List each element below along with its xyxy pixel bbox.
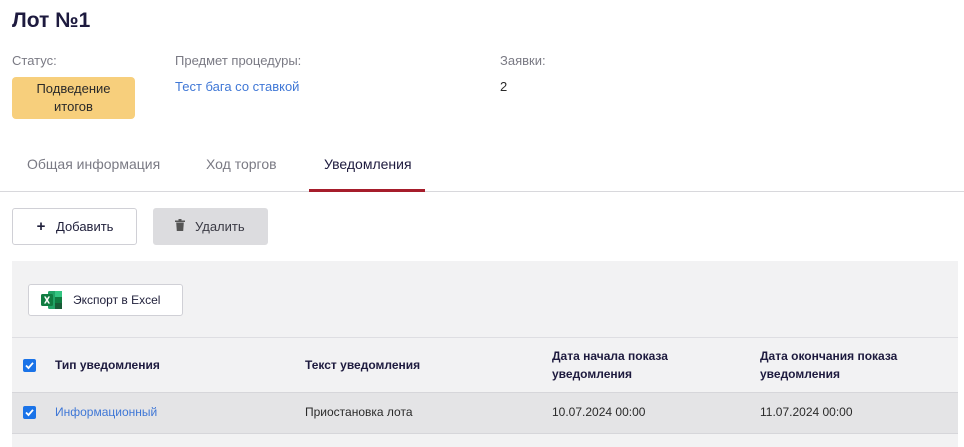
tab-auction-progress[interactable]: Ход торгов: [206, 156, 277, 172]
column-header-end-date[interactable]: Дата окончания показа уведомления: [760, 347, 897, 383]
table-header: Тип уведомления Текст уведомления Дата н…: [12, 337, 958, 392]
row-checkbox[interactable]: [23, 406, 36, 419]
tab-notifications[interactable]: Уведомления: [324, 156, 412, 172]
subject-link[interactable]: Тест бага со ставкой: [175, 79, 299, 94]
cell-notification-text: Приостановка лота: [305, 405, 413, 419]
cell-end-date: 11.07.2024 00:00: [760, 405, 853, 419]
tab-bar: Общая информация Ход торгов Уведомления: [0, 146, 964, 192]
delete-button[interactable]: Удалить: [153, 208, 268, 245]
select-all-checkbox[interactable]: [23, 359, 36, 372]
add-button-label: Добавить: [56, 219, 114, 234]
column-header-start-date[interactable]: Дата начала показа уведомления: [552, 347, 668, 383]
page-title: Лот №1: [12, 9, 91, 32]
trash-icon: [174, 219, 186, 234]
excel-icon: [41, 291, 62, 309]
column-header-type[interactable]: Тип уведомления: [55, 356, 160, 374]
cell-start-date: 10.07.2024 00:00: [552, 405, 646, 419]
status-badge-line2: итогов: [54, 99, 93, 114]
tab-general-info[interactable]: Общая информация: [27, 156, 160, 172]
export-excel-button[interactable]: Экспорт в Excel: [28, 284, 183, 316]
export-excel-label: Экспорт в Excel: [73, 293, 161, 307]
status-label: Статус:: [12, 53, 57, 68]
table-row[interactable]: Информационный Приостановка лота 10.07.2…: [12, 392, 958, 434]
bids-label: Заявки:: [500, 53, 546, 68]
active-tab-indicator: [309, 189, 425, 192]
status-badge: Подведение итогов: [12, 77, 135, 119]
cell-notification-type[interactable]: Информационный: [55, 405, 157, 419]
plus-icon: +: [36, 218, 46, 235]
notifications-grid: Экспорт в Excel Тип уведомления Текст ув…: [12, 261, 958, 447]
add-button[interactable]: + Добавить: [12, 208, 137, 245]
status-badge-line1: Подведение: [36, 81, 111, 96]
subject-label: Предмет процедуры:: [175, 53, 302, 68]
bids-count: 2: [500, 79, 508, 94]
delete-button-label: Удалить: [195, 219, 245, 234]
column-header-text[interactable]: Текст уведомления: [305, 356, 420, 374]
